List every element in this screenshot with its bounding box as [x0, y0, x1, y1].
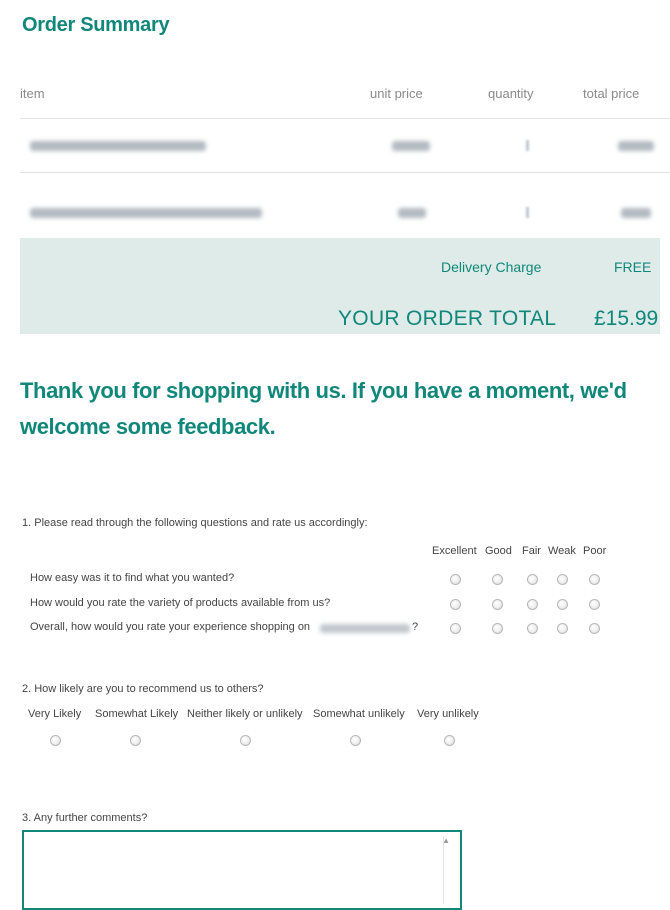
rating-radio-variety-fair[interactable]: [527, 599, 538, 610]
recommend-label-neither: Neither likely or unlikely: [187, 708, 303, 720]
divider: [20, 118, 670, 119]
recommend-radio-somewhat-likely[interactable]: [130, 735, 141, 746]
feedback-heading: Thank you for shopping with us. If you h…: [20, 378, 627, 439]
scale-label-excellent: Excellent: [432, 545, 477, 557]
redacted-item-name: [30, 208, 262, 218]
rating-radio-overall-fair[interactable]: [527, 623, 538, 634]
rating-radio-variety-poor[interactable]: [589, 599, 600, 610]
textarea-scrollbar[interactable]: ▲: [442, 836, 456, 904]
rating-radio-find-excellent[interactable]: [450, 574, 461, 585]
order-total-label: YOUR ORDER TOTAL: [338, 307, 557, 330]
redacted-item-name: [30, 141, 206, 151]
recommend-label-somewhat-unlikely: Somewhat unlikely: [313, 708, 405, 720]
rating-question-overall-suffix: ?: [412, 621, 419, 633]
question-1-text: 1. Please read through the following que…: [22, 517, 368, 529]
question-3-text: 3. Any further comments?: [22, 812, 148, 824]
scale-label-weak: Weak: [548, 545, 576, 557]
column-header-unit-price: unit price: [370, 86, 423, 101]
recommend-label-somewhat-likely: Somewhat Likely: [95, 708, 179, 720]
recommend-radio-neither[interactable]: [240, 735, 251, 746]
rating-radio-overall-weak[interactable]: [557, 623, 568, 634]
rating-radio-find-good[interactable]: [492, 574, 503, 585]
recommend-radio-very-unlikely[interactable]: [444, 735, 455, 746]
scale-label-good: Good: [485, 545, 512, 557]
redacted-quantity: [526, 140, 529, 151]
rating-radio-overall-excellent[interactable]: [450, 623, 461, 634]
order-total-value: £15.99: [594, 307, 659, 330]
recommend-radio-very-likely[interactable]: [50, 735, 61, 746]
recommend-label-very-likely: Very Likely: [28, 708, 82, 720]
order-summary-title: Order Summary: [22, 14, 170, 36]
column-header-quantity: quantity: [488, 86, 534, 101]
rating-radio-overall-poor[interactable]: [589, 623, 600, 634]
delivery-charge-label: Delivery Charge: [441, 259, 542, 275]
rating-radio-variety-good[interactable]: [492, 599, 503, 610]
recommend-radio-somewhat-unlikely[interactable]: [350, 735, 361, 746]
rating-radio-find-fair[interactable]: [527, 574, 538, 585]
redacted-unit-price: [392, 141, 430, 151]
rating-radio-variety-excellent[interactable]: [450, 599, 461, 610]
redacted-total-price: [621, 208, 651, 218]
divider: [20, 172, 670, 173]
column-header-total-price: total price: [583, 86, 640, 101]
scale-label-fair: Fair: [522, 545, 541, 557]
rating-radio-find-poor[interactable]: [589, 574, 600, 585]
column-header-item: item: [20, 86, 45, 101]
rating-question-overall: Overall, how would you rate your experie…: [30, 621, 311, 633]
redacted-total-price: [618, 141, 654, 151]
redacted-quantity: [526, 207, 529, 218]
scale-label-poor: Poor: [583, 545, 607, 557]
table-row: [20, 174, 670, 236]
redacted-store-name: [320, 624, 410, 633]
delivery-charge-value: FREE: [614, 259, 652, 275]
question-2-text: 2. How likely are you to recommend us to…: [22, 683, 264, 695]
redacted-unit-price: [398, 208, 426, 218]
rating-question-find: How easy was it to find what you wanted?: [30, 572, 235, 584]
scroll-up-icon[interactable]: ▲: [442, 836, 450, 845]
rating-radio-variety-weak[interactable]: [557, 599, 568, 610]
rating-radio-overall-good[interactable]: [492, 623, 503, 634]
rating-question-variety: How would you rate the variety of produc…: [30, 597, 331, 609]
recommend-label-very-unlikely: Very unlikely: [417, 708, 479, 720]
table-row: [20, 120, 670, 172]
rating-radio-find-weak[interactable]: [557, 574, 568, 585]
comments-textarea[interactable]: ▲: [22, 830, 462, 910]
